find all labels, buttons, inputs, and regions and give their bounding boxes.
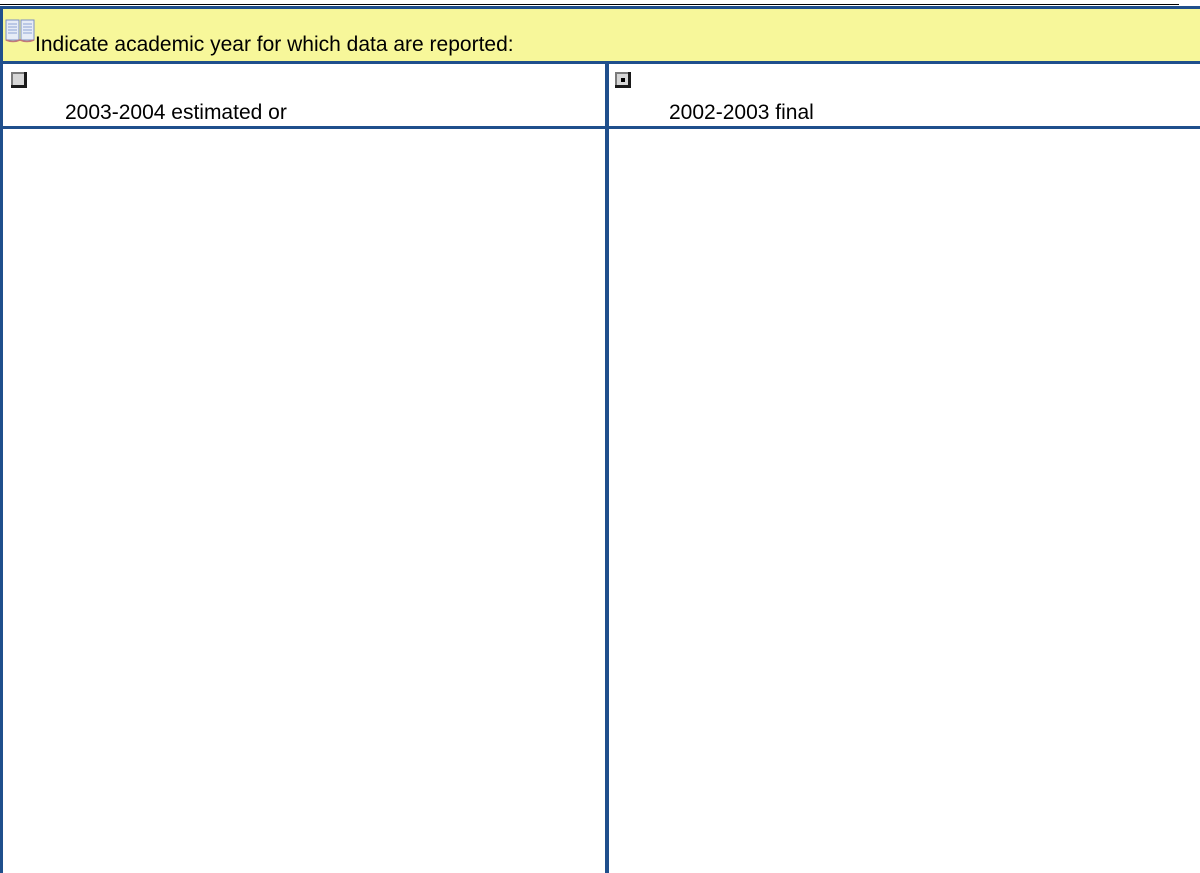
row-divider <box>3 126 1200 129</box>
option-label: 2002-2003 final <box>669 101 814 124</box>
option-2003-2004-estimated[interactable]: 2003-2004 estimated or <box>7 67 603 126</box>
top-rule <box>0 4 1179 5</box>
academic-year-table: Indicate academic year for which data ar… <box>0 6 1200 873</box>
book-icon <box>5 19 35 43</box>
radio-dot <box>621 78 625 82</box>
option-2002-2003-final[interactable]: 2002-2003 final <box>611 67 1200 126</box>
radio-unselected-icon[interactable] <box>9 70 27 88</box>
form-page: Indicate academic year for which data ar… <box>0 0 1200 873</box>
option-label: 2003-2004 estimated or <box>65 101 287 124</box>
question-prompt: Indicate academic year for which data ar… <box>35 33 514 56</box>
radio-selected-icon[interactable] <box>613 70 631 88</box>
column-divider <box>605 64 609 873</box>
question-header: Indicate academic year for which data ar… <box>3 9 1200 64</box>
